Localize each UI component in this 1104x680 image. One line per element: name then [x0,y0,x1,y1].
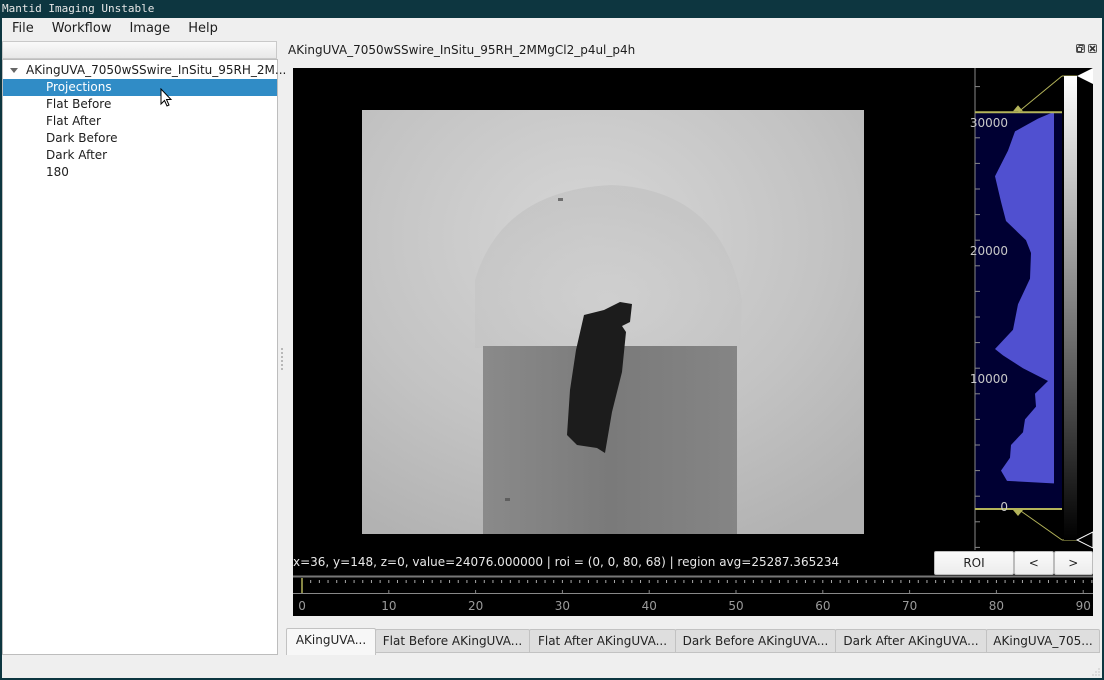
menu-file[interactable]: File [2,18,42,40]
timeline-label: 10 [381,599,397,613]
tab-dark-after[interactable]: Dark After AKingUVA... [835,629,987,653]
hist-axis-label: 20000 [969,244,1008,258]
main-window: File Workflow Image Help AKingUVA_7050wS… [2,18,1102,678]
tab-flat-after[interactable]: Flat After AKingUVA... [529,629,676,653]
roi-button[interactable]: ROI [934,551,1014,575]
colormap-gradient-bar [1064,76,1077,540]
dataset-tree[interactable]: AKingUVA_7050wSSwire_InSitu_95RH_2M... P… [2,59,286,655]
timeline-label: 50 [728,599,744,613]
timeline-label: 0 [298,599,306,613]
splitter-handle[interactable] [280,348,284,378]
timeline-label: 30 [554,599,571,613]
tree-item-label: Flat Before [46,97,112,111]
tree-item-label: Dark Before [46,131,118,145]
menu-image[interactable]: Image [119,18,178,40]
gradient-bottom-handle-icon [1075,531,1093,549]
projection-image[interactable] [362,110,864,534]
menu-workflow[interactable]: Workflow [42,18,120,40]
menu-help[interactable]: Help [178,18,226,40]
tree-item-label: 180 [46,165,69,179]
stack-window-title: AKingUVA_7050wSSwire_InSitu_95RH_2MMgCl2… [288,43,636,57]
pixel-info-status: x=36, y=148, z=0, value=24076.000000 | r… [293,555,840,569]
histogram-widget[interactable]: 30000 20000 10000 0 [933,68,1093,550]
menubar: File Workflow Image Help [2,18,1102,40]
tree-header[interactable] [2,41,277,59]
viewer-controls: ROI < > [934,551,1094,575]
close-window-icon[interactable] [1088,44,1097,53]
level-max-connector [1017,75,1063,113]
tree-item-label: Dark After [46,148,108,162]
tab-flat-before[interactable]: Flat Before AKingUVA... [375,629,530,653]
timeline-slider[interactable]: 0 10 20 30 40 50 60 70 80 90 [293,575,1093,616]
tree-item-dark-after[interactable]: Dark After [3,147,277,164]
mouse-cursor-icon [160,88,173,107]
hist-axis-label: 10000 [969,372,1008,386]
dataset-tree-panel: AKingUVA_7050wSSwire_InSitu_95RH_2M... P… [2,40,286,655]
tree-item-180[interactable]: 180 [3,164,277,181]
prev-image-button[interactable]: < [1013,551,1054,575]
tree-item-label: Flat After [46,114,101,128]
timeline-label: 80 [988,599,1005,613]
next-image-button[interactable]: > [1053,551,1094,575]
dataset-label: AKingUVA_7050wSSwire_InSitu_95RH_2M... [26,63,287,77]
window-title: Mantid Imaging Unstable [0,0,1104,18]
image-view[interactable] [293,68,933,550]
tree-item-projections[interactable]: Projections [3,79,277,96]
tab-projections[interactable]: AKingUVA... [286,628,376,655]
tab-dark-before[interactable]: Dark Before AKingUVA... [675,629,836,653]
level-max-handle-icon [1013,105,1023,112]
image-viewer: 30000 20000 10000 0 x=36, y=148, z=0, va… [293,68,1094,616]
tab-180[interactable]: AKingUVA_705... [986,629,1100,653]
tree-item-flat-after[interactable]: Flat After [3,113,277,130]
timeline-label: 70 [902,599,918,613]
level-min-connector [1017,508,1063,541]
timeline-axis[interactable] [293,575,1093,616]
expand-arrow-icon[interactable] [10,68,18,73]
float-window-icon[interactable] [1076,44,1085,53]
histogram-plot[interactable] [933,68,1093,550]
tree-item-label: Projections [46,80,112,94]
timeline-label: 40 [641,599,657,613]
resize-grip-icon[interactable] [1092,668,1100,676]
hist-axis-label: 0 [1000,500,1008,514]
tree-item-dataset[interactable]: AKingUVA_7050wSSwire_InSitu_95RH_2M... [3,62,286,79]
gradient-top-handle-icon [1077,68,1093,84]
timeline-label: 20 [468,599,484,613]
tree-item-dark-before[interactable]: Dark Before [3,130,277,147]
timeline-label: 90 [1075,599,1091,613]
timeline-label: 60 [815,599,831,613]
tree-item-flat-before[interactable]: Flat Before [3,96,277,113]
hist-axis-label: 30000 [969,116,1008,130]
stack-tabbar: AKingUVA... Flat Before AKingUVA... Flat… [284,628,1102,655]
